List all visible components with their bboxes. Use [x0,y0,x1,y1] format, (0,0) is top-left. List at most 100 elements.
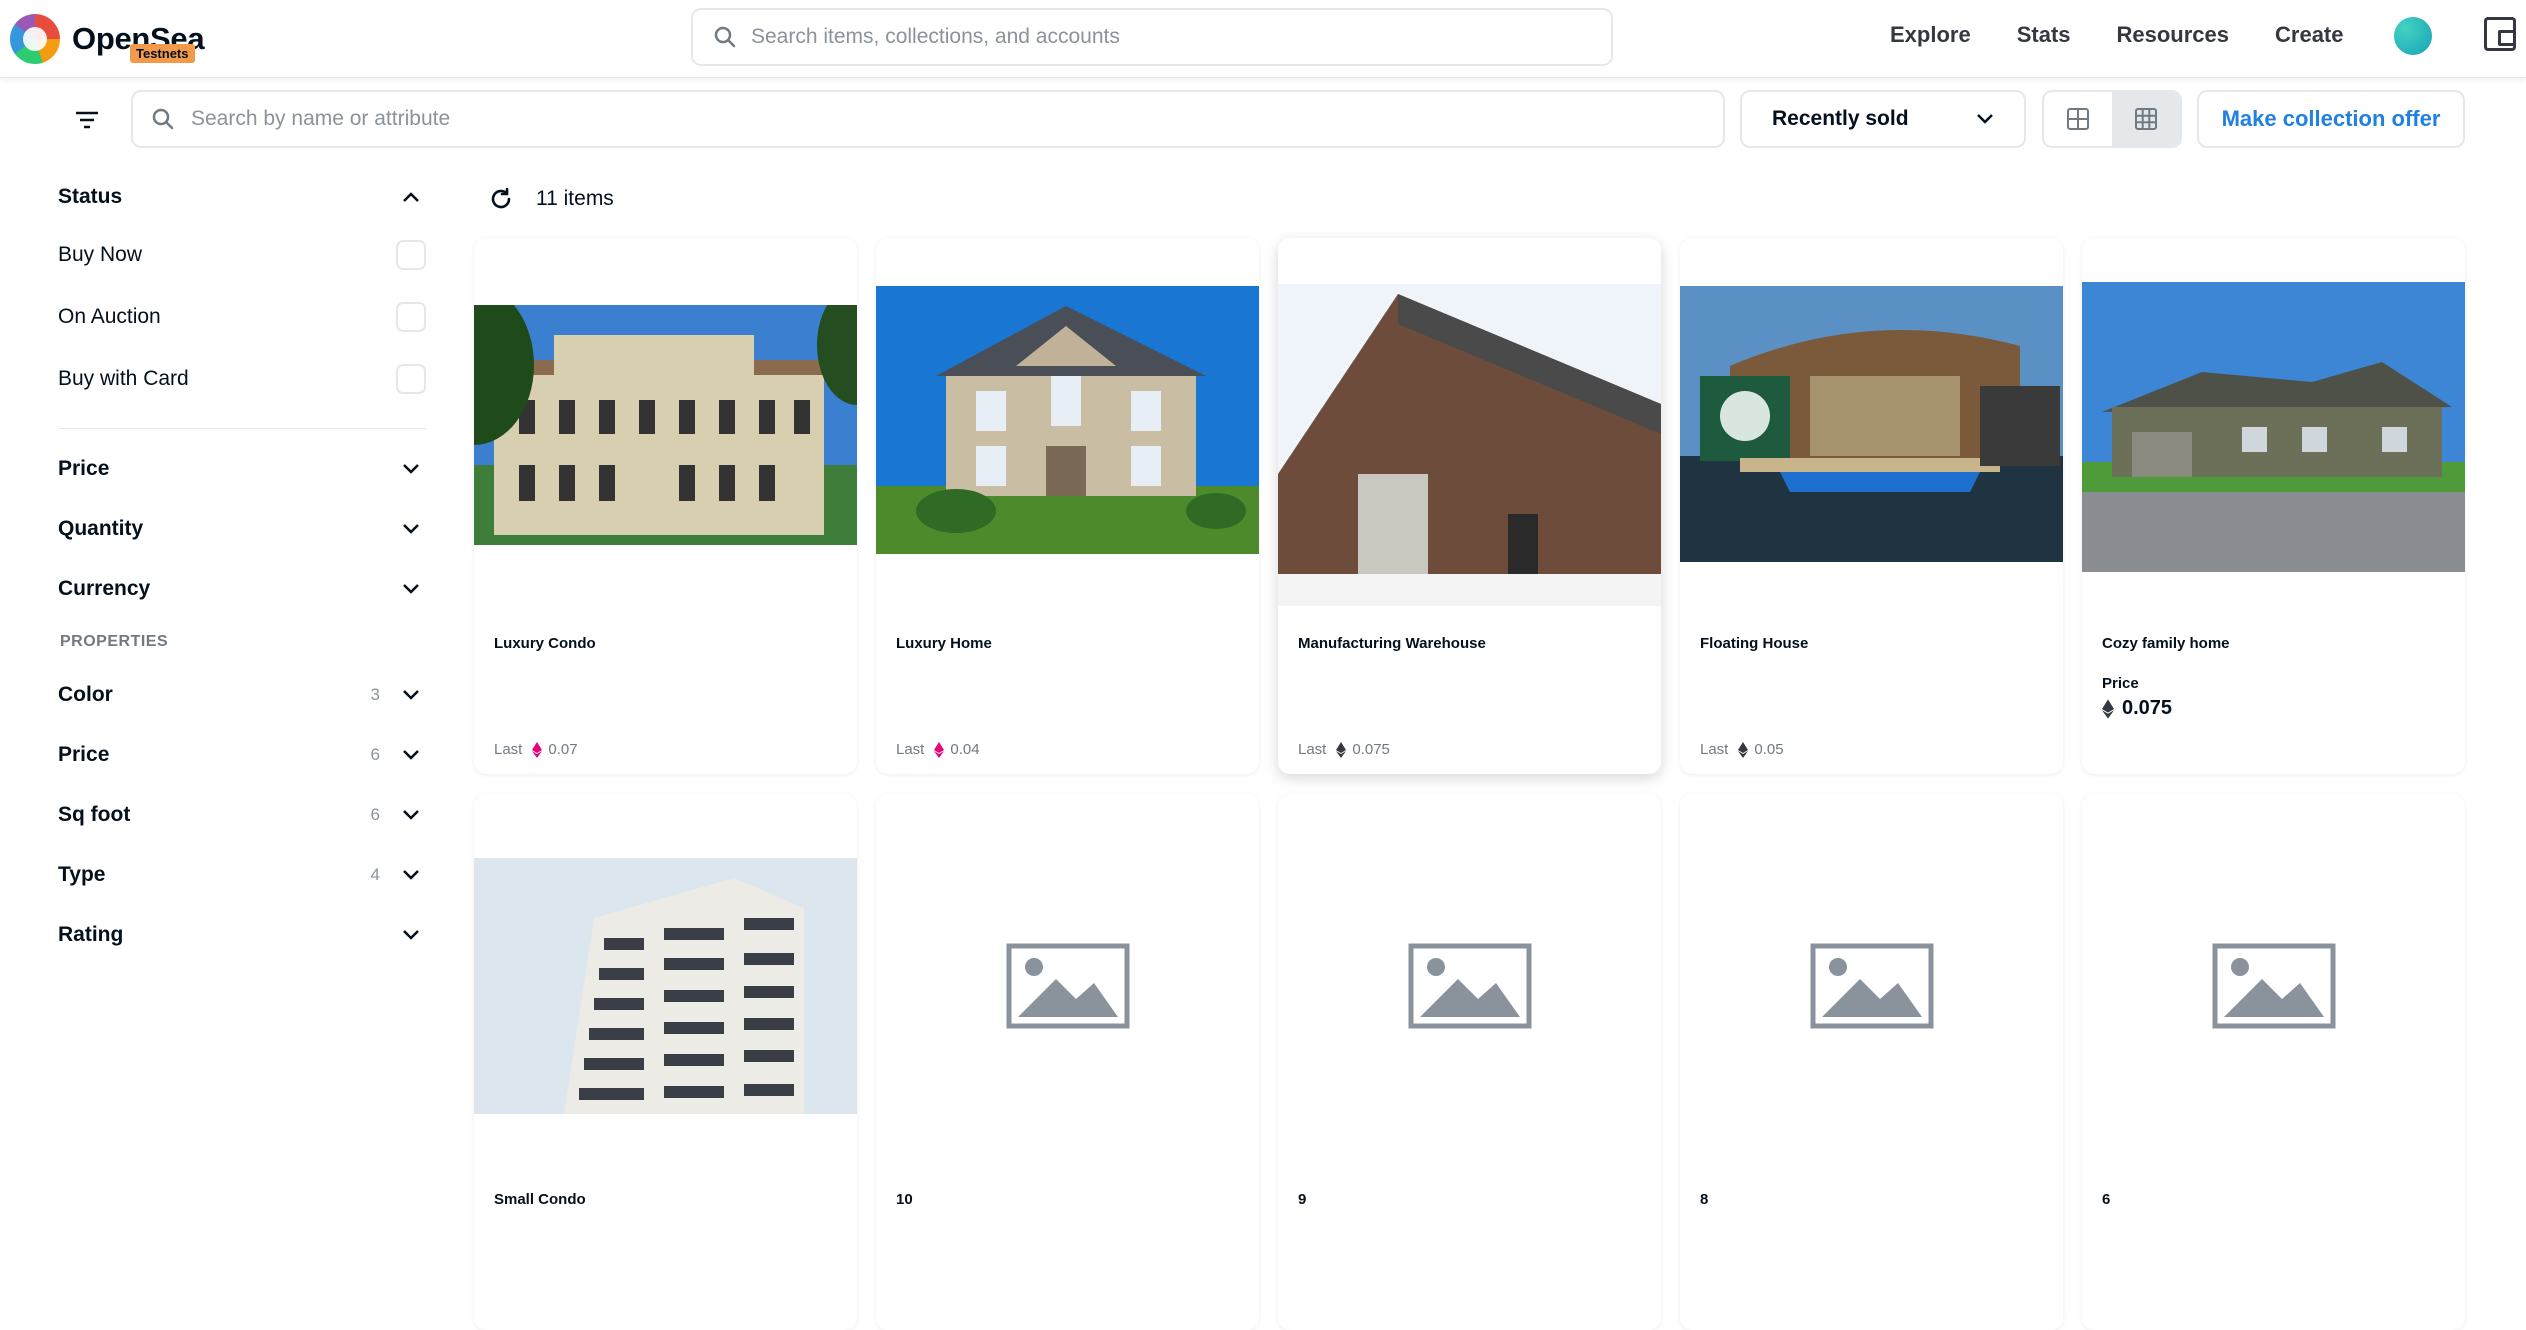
on-auction-checkbox[interactable] [396,302,426,332]
last-sale-value: 0.075 [1352,741,1390,758]
property-color[interactable]: Color 3 [58,665,426,725]
refresh-icon[interactable] [488,186,514,212]
chevron-down-icon [1977,114,1993,124]
nft-card[interactable]: Luxury Home Last 0.04 [876,238,1259,774]
eth-icon [2102,698,2114,719]
global-search-input[interactable] [751,25,1571,49]
last-sale-value: 0.05 [1754,741,1784,758]
filter-toggle-button[interactable] [62,100,112,140]
search-icon [714,26,736,48]
property-name: Color [58,683,113,706]
property-type[interactable]: Type 4 [58,845,426,905]
large-grid-view-button[interactable] [2044,92,2112,146]
eth-icon [1738,741,1749,758]
nft-card[interactable]: Cozy family home Price 0.075 [2082,238,2465,774]
chevron-down-icon [403,584,419,594]
nav-stats[interactable]: Stats [2017,22,2071,48]
results-header: 11 items [488,182,614,216]
nft-title: 10 [896,1191,913,1208]
large-grid-icon [2067,108,2089,130]
small-grid-view-button[interactable] [2112,92,2180,146]
image-placeholder-icon [1680,794,2063,1177]
last-sale: Last 0.05 [1700,741,1784,758]
image-placeholder-icon [2082,794,2465,1177]
status-option-on-auction[interactable]: On Auction [58,286,426,348]
status-section-header[interactable]: Status [58,170,426,224]
property-count: 6 [370,805,380,824]
item-search-input[interactable] [191,107,1671,131]
chevron-down-icon [403,870,419,880]
status-option-label: Buy Now [58,243,143,266]
last-sale: Last 0.07 [494,741,578,758]
property-rating[interactable]: Rating [58,905,426,965]
last-sale: Last 0.075 [1298,741,1390,758]
nft-card[interactable]: 10 [876,794,1259,1330]
nft-card[interactable]: Floating House Last 0.05 [1680,238,2063,774]
chevron-down-icon [403,930,419,940]
nft-card[interactable]: Small Condo [474,794,857,1330]
property-name: Type [58,863,106,886]
sort-dropdown-value: Recently sold [1772,107,1909,130]
chevron-down-icon [403,810,419,820]
status-title: Status [58,185,123,208]
filter-label: Quantity [58,517,144,540]
nft-image [474,238,857,621]
chevron-down-icon [403,524,419,534]
image-placeholder-icon [876,794,1259,1177]
nft-card[interactable]: Manufacturing Warehouse Last 0.075 [1278,238,1661,774]
nft-title: Cozy family home [2102,635,2230,652]
nft-image [2082,238,2465,621]
property-price[interactable]: Price 6 [58,725,426,785]
property-count: 4 [370,865,380,884]
top-navigation-bar: OpenSea Testnets Explore Stats Resources… [0,0,2526,78]
item-search-bar[interactable] [131,90,1725,148]
nft-title: 8 [1700,1191,1709,1208]
global-search-bar[interactable] [691,8,1613,66]
testnets-badge: Testnets [130,44,195,63]
nft-image [876,238,1259,621]
last-sale-label: Last [1700,741,1729,758]
property-name: Sq foot [58,803,131,826]
main-nav: Explore Stats Resources Create [1890,0,2390,70]
filter-icon [76,111,98,129]
buy-now-checkbox[interactable] [396,240,426,270]
last-sale-value: 0.07 [548,741,578,758]
nav-create[interactable]: Create [2275,22,2343,48]
last-sale-label: Last [896,741,925,758]
buy-with-card-checkbox[interactable] [396,364,426,394]
price-amount: 0.075 [2122,697,2173,719]
profile-avatar[interactable] [2394,17,2432,55]
make-collection-offer-button[interactable]: Make collection offer [2197,90,2465,148]
filter-currency[interactable]: Currency [58,559,426,619]
nft-title: 6 [2102,1191,2111,1208]
nft-card[interactable]: 6 [2082,794,2465,1330]
price-label: Price [2102,675,2139,692]
property-sq-foot[interactable]: Sq foot 6 [58,785,426,845]
status-option-buy-now[interactable]: Buy Now [58,224,426,286]
sort-dropdown[interactable]: Recently sold [1740,90,2026,148]
filter-quantity[interactable]: Quantity [58,499,426,559]
nft-image [1680,238,2063,621]
last-sale-label: Last [1298,741,1327,758]
nft-card[interactable]: 9 [1278,794,1661,1330]
image-placeholder-icon [1278,794,1661,1177]
status-option-label: Buy with Card [58,367,189,390]
chevron-down-icon [403,750,419,760]
filter-price[interactable]: Price [58,439,426,499]
wallet-icon[interactable] [2484,17,2516,51]
status-option-buy-with-card[interactable]: Buy with Card [58,348,426,410]
nav-explore[interactable]: Explore [1890,22,1971,48]
nav-resources[interactable]: Resources [2117,22,2230,48]
nft-title: Luxury Condo [494,635,596,652]
nft-card[interactable]: Luxury Condo Last 0.07 [474,238,857,774]
property-count: 3 [370,685,380,704]
eth-icon [532,741,543,758]
nft-title: Small Condo [494,1191,586,1208]
nft-image [1278,238,1661,621]
nft-title: Manufacturing Warehouse [1298,635,1486,652]
filter-label: Currency [58,577,151,600]
small-grid-icon [2135,108,2157,130]
opensea-logo-icon [10,14,60,64]
view-mode-toggle [2042,90,2182,148]
nft-card[interactable]: 8 [1680,794,2063,1330]
